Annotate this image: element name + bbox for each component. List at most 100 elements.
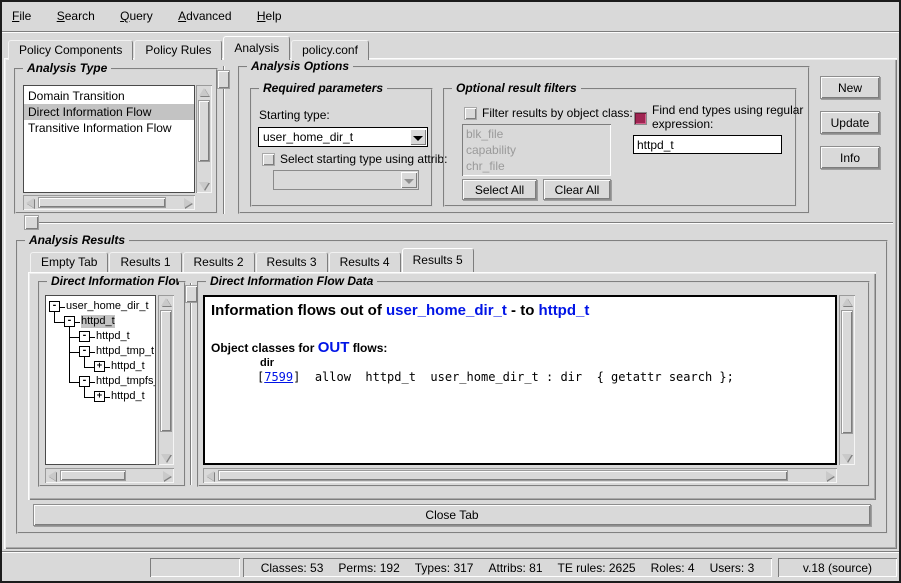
- scroll-right-arrow-icon[interactable]: [163, 471, 171, 481]
- stat-roles: Roles: 4: [651, 561, 695, 575]
- tab-policy-rules[interactable]: Policy Rules: [134, 40, 222, 60]
- tab-results-2[interactable]: Results 2: [183, 252, 255, 272]
- menu-query[interactable]: Query: [120, 9, 153, 23]
- tab-empty-tab[interactable]: Empty Tab: [30, 252, 108, 272]
- tab-policy-conf[interactable]: policy.conf: [291, 40, 369, 60]
- filter-by-class-label: Filter results by object class:: [482, 106, 633, 120]
- tree-expander-icon[interactable]: -: [79, 346, 90, 357]
- scroll-left-arrow-icon[interactable]: [206, 471, 214, 481]
- tree-expander-icon[interactable]: -: [79, 331, 90, 342]
- regex-input[interactable]: [633, 135, 782, 154]
- menu-search[interactable]: Search: [57, 9, 95, 23]
- flow-heading: Information flows out of user_home_dir_t…: [211, 302, 589, 319]
- tree-expander-icon[interactable]: -: [49, 301, 60, 312]
- tree-node-label[interactable]: httpd_t: [81, 315, 115, 328]
- tree-connector-line: [75, 322, 80, 323]
- tree-node-label[interactable]: user_home_dir_t: [66, 300, 149, 313]
- tab-results-1[interactable]: Results 1: [109, 252, 181, 272]
- analysis-type-vertical-scrollbar[interactable]: [196, 85, 212, 193]
- scroll-left-arrow-icon[interactable]: [26, 198, 34, 208]
- status-stats: Classes: 53 Perms: 192 Types: 317 Attrib…: [243, 558, 772, 577]
- menu-file[interactable]: File: [12, 9, 31, 23]
- scroll-down-arrow-icon[interactable]: [199, 182, 209, 190]
- filter-by-class-checkbox[interactable]: [465, 108, 476, 119]
- menu-help[interactable]: Help: [257, 9, 282, 23]
- sash-handle[interactable]: [218, 71, 229, 88]
- analysis-type-horizontal-scrollbar[interactable]: [23, 195, 195, 210]
- tree-connector-line: [105, 367, 110, 368]
- update-button[interactable]: Update: [820, 111, 880, 134]
- scroll-thumb[interactable]: [38, 197, 166, 208]
- attrib-combobox-disabled: [273, 170, 419, 190]
- scroll-thumb[interactable]: [218, 470, 788, 481]
- list-item-transitive-information-flow[interactable]: Transitive Information Flow: [24, 120, 194, 136]
- tree-vertical-scrollbar[interactable]: [158, 295, 174, 465]
- pane-divider: [38, 222, 893, 224]
- regex-checkbox-label: Find end types using regular expression:: [652, 103, 804, 131]
- sash-handle[interactable]: [186, 286, 197, 302]
- tree-node-label[interactable]: httpd_tmpfs_: [96, 375, 156, 388]
- tree-connector-line: [90, 382, 95, 383]
- te-rule-line: [7599] allow httpd_t user_home_dir_t : d…: [257, 370, 734, 384]
- flow-tree-title: Direct Information Flow T: [47, 274, 179, 288]
- source-type: user_home_dir_t: [386, 302, 507, 319]
- tree-expander-icon[interactable]: -: [64, 316, 75, 327]
- tree-horizontal-scrollbar[interactable]: [45, 468, 174, 483]
- scroll-up-arrow-icon[interactable]: [199, 88, 209, 96]
- tab-results-5[interactable]: Results 5: [402, 248, 474, 272]
- tab-results-4[interactable]: Results 4: [329, 252, 401, 272]
- scroll-down-arrow-icon[interactable]: [161, 454, 171, 462]
- scroll-thumb[interactable]: [198, 100, 210, 162]
- main-tab-bar: Policy Components Policy Rules Analysis …: [8, 38, 370, 60]
- scroll-thumb[interactable]: [841, 310, 853, 434]
- scroll-thumb[interactable]: [60, 470, 126, 481]
- menu-advanced[interactable]: Advanced: [178, 9, 231, 23]
- scroll-up-arrow-icon[interactable]: [842, 298, 852, 306]
- scroll-thumb[interactable]: [160, 310, 172, 432]
- combo-dropdown-button[interactable]: [410, 129, 426, 145]
- tab-results-3[interactable]: Results 3: [256, 252, 328, 272]
- analysis-type-list[interactable]: Domain Transition Direct Information Flo…: [23, 85, 195, 193]
- flow-tree[interactable]: - user_home_dir_t - httpd_t - httpd_t - …: [45, 295, 156, 465]
- tab-policy-components[interactable]: Policy Components: [8, 40, 133, 60]
- tree-expander-icon[interactable]: +: [94, 361, 105, 372]
- close-tab-button[interactable]: Close Tab: [33, 504, 871, 526]
- scroll-right-arrow-icon[interactable]: [184, 198, 192, 208]
- tab-analysis[interactable]: Analysis: [223, 36, 290, 60]
- app-window: File Search Query Advanced Help Policy C…: [0, 0, 901, 583]
- tree-node-label[interactable]: httpd_t: [111, 390, 145, 403]
- rule-id-link[interactable]: 7599: [264, 370, 293, 384]
- starting-type-label: Starting type:: [259, 108, 330, 122]
- scroll-up-arrow-icon[interactable]: [161, 298, 171, 306]
- starting-type-combobox[interactable]: user_home_dir_t: [258, 127, 428, 147]
- regex-checkbox[interactable]: [635, 113, 646, 124]
- new-button[interactable]: New: [820, 76, 880, 99]
- scroll-right-arrow-icon[interactable]: [826, 471, 834, 481]
- required-parameters-title: Required parameters: [259, 81, 387, 95]
- tree-node-label[interactable]: httpd_t: [96, 330, 130, 343]
- flow-data-textarea[interactable]: Information flows out of user_home_dir_t…: [203, 295, 837, 465]
- tree-expander-icon[interactable]: +: [94, 391, 105, 402]
- menu-bar: File Search Query Advanced Help: [2, 2, 899, 32]
- flow-direction: OUT: [318, 339, 350, 356]
- tree-node-label[interactable]: httpd_tmp_t: [96, 345, 154, 358]
- list-item-direct-information-flow[interactable]: Direct Information Flow: [24, 104, 194, 120]
- select-all-button[interactable]: Select All: [462, 179, 537, 200]
- tree-connector-line: [90, 352, 95, 353]
- data-vertical-scrollbar[interactable]: [839, 295, 855, 465]
- scroll-left-arrow-icon[interactable]: [48, 471, 56, 481]
- stat-types: Types: 317: [415, 561, 474, 575]
- attrib-checkbox[interactable]: [263, 154, 274, 165]
- starting-type-value: user_home_dir_t: [263, 130, 353, 144]
- tree-expander-icon[interactable]: -: [79, 376, 90, 387]
- list-item-domain-transition[interactable]: Domain Transition: [24, 88, 194, 104]
- data-horizontal-scrollbar[interactable]: [203, 468, 837, 483]
- chevron-down-icon: [413, 136, 423, 141]
- tree-node-label[interactable]: httpd_t: [111, 360, 145, 373]
- clear-all-button[interactable]: Clear All: [543, 179, 611, 200]
- tree-connector-line: [60, 307, 65, 308]
- sash-handle[interactable]: [25, 216, 38, 229]
- target-type: httpd_t: [539, 302, 590, 319]
- info-button[interactable]: Info: [820, 146, 880, 169]
- scroll-down-arrow-icon[interactable]: [842, 454, 852, 462]
